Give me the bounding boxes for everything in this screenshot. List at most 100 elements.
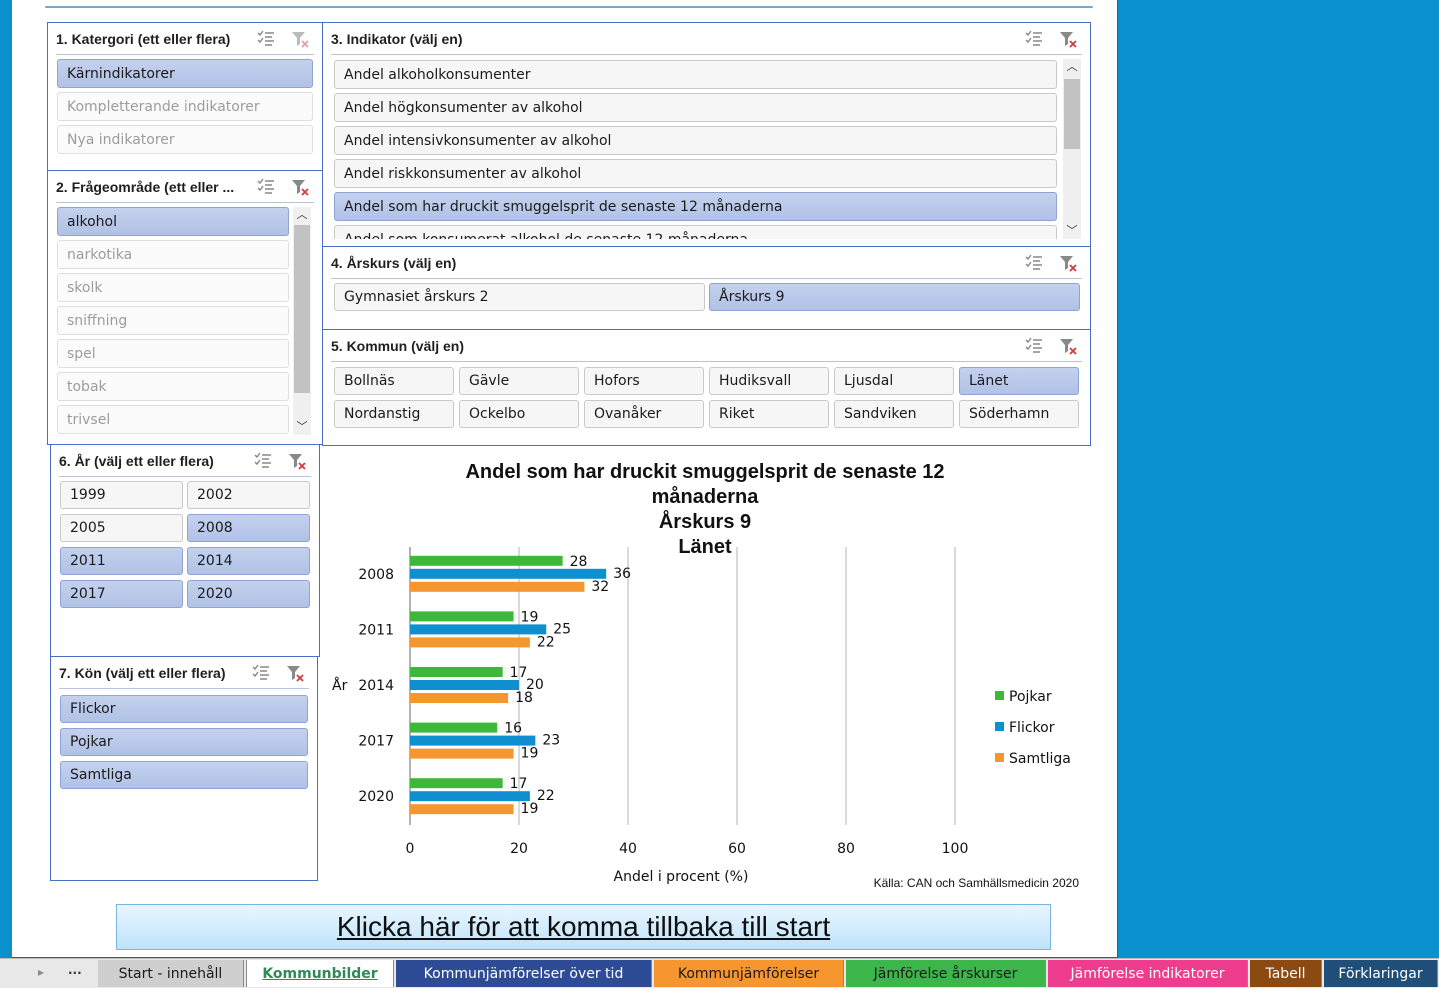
legend-label: Pojkar [1009, 689, 1052, 705]
slicer-item[interactable]: Årskurs 9 [709, 283, 1080, 311]
slicer-title: 2. Frågeområde (ett eller ... [56, 178, 235, 195]
data-label: 16 [504, 721, 522, 737]
slicer-item[interactable]: 2017 [60, 580, 183, 608]
slicer-item[interactable]: Ljusdal [834, 367, 954, 395]
slicer-item[interactable]: 2002 [187, 481, 310, 509]
scroll-up-icon[interactable]: ︿ [1063, 59, 1081, 75]
legend-swatch [995, 722, 1004, 731]
clear-filter-icon[interactable] [285, 663, 305, 683]
slicer-item[interactable]: Nordanstig [334, 400, 454, 428]
slicer-item[interactable]: 2020 [187, 580, 310, 608]
slicer-arskurs: 4. Årskurs (välj en) Gymnasiet årskurs 2… [322, 246, 1091, 330]
multi-select-icon[interactable] [253, 451, 273, 471]
y-category-label: 2020 [358, 789, 394, 805]
slicer-item[interactable]: narkotika [57, 240, 289, 269]
clear-filter-icon[interactable] [1058, 253, 1078, 273]
sheet-tab[interactable]: Jämförelse indikatorer [1048, 960, 1248, 987]
sheet-tab[interactable]: Förklaringar [1324, 960, 1438, 987]
slicer-item[interactable]: Nya indikatorer [57, 125, 313, 154]
slicer-title: 1. Katergori (ett eller flera) [56, 30, 231, 47]
bar-flickor [410, 680, 519, 690]
slicer-item[interactable]: Länet [959, 367, 1079, 395]
sheet-tab[interactable]: Kommunjämförelser [654, 960, 844, 987]
scrollbar-thumb[interactable] [1064, 79, 1080, 149]
slicer-indikator: 3. Indikator (välj en) Andel alkoholkons… [322, 22, 1091, 248]
slicer-item[interactable]: sniffning [57, 306, 289, 335]
indikator-scrollbar[interactable]: ︿ ﹀ [1063, 59, 1081, 239]
chart-source: Källa: CAN och Samhällsmedicin 2020 [874, 876, 1080, 890]
slicer-title: 7. Kön (välj ett eller flera) [59, 664, 226, 681]
slicer-item[interactable]: Kompletterande indikatorer [57, 92, 313, 121]
slicer-item[interactable]: Andel alkoholkonsumenter [334, 60, 1057, 89]
chart-title-line: Länet [678, 536, 732, 558]
slicer-item[interactable]: Andel riskkonsumenter av alkohol [334, 159, 1057, 188]
slicer-item[interactable]: Pojkar [60, 728, 308, 756]
slicer-item[interactable]: Kärnindikatorer [57, 59, 313, 88]
slicer-item[interactable]: Andel som har druckit smuggelsprit de se… [334, 192, 1057, 221]
multi-select-icon[interactable] [1024, 336, 1044, 356]
scroll-up-icon[interactable]: ︿ [293, 207, 311, 223]
clear-filter-icon[interactable] [290, 177, 310, 197]
back-to-start-button[interactable]: Klicka här för att komma tillbaka till s… [116, 904, 1051, 950]
scrollbar-thumb[interactable] [294, 225, 310, 393]
slicer-item[interactable]: Gymnasiet årskurs 2 [334, 283, 705, 311]
slicer-item[interactable]: Ovanåker [584, 400, 704, 428]
slicer-item[interactable]: Samtliga [60, 761, 308, 789]
scroll-down-icon[interactable]: ﹀ [293, 419, 311, 435]
slicer-item[interactable]: trivsel [57, 405, 289, 434]
sheet-tab[interactable]: Jämförelse årskurser [846, 960, 1046, 987]
data-label: 22 [537, 788, 555, 804]
frageomrade-scrollbar[interactable]: ︿ ﹀ [293, 207, 311, 435]
data-label: 23 [542, 733, 560, 749]
slicer-title: 5. Kommun (välj en) [331, 337, 465, 354]
tab-more-button[interactable]: ... [68, 963, 82, 977]
slicer-item[interactable]: Ockelbo [459, 400, 579, 428]
slicer-item[interactable]: Andel intensivkonsumenter av alkohol [334, 126, 1057, 155]
slicer-item[interactable]: 1999 [60, 481, 183, 509]
y-category-label: 2011 [358, 622, 394, 638]
clear-filter-icon[interactable] [1058, 336, 1078, 356]
data-label: 25 [553, 621, 571, 637]
slicer-item[interactable]: 2014 [187, 547, 310, 575]
slicer-item[interactable]: skolk [57, 273, 289, 302]
multi-select-icon[interactable] [1024, 253, 1044, 273]
slicer-item[interactable]: Flickor [60, 695, 308, 723]
bar-pojkar [410, 667, 503, 677]
chart-title-line: Årskurs 9 [659, 509, 751, 533]
x-tick-label: 0 [406, 841, 415, 857]
slicer-item[interactable]: Gävle [459, 367, 579, 395]
slicer-item[interactable]: 2011 [60, 547, 183, 575]
y-category-label: 2008 [358, 567, 394, 583]
sheet-tab[interactable]: Tabell [1250, 960, 1322, 987]
multi-select-icon[interactable] [256, 177, 276, 197]
slicer-item[interactable]: Andel högkonsumenter av alkohol [334, 93, 1057, 122]
slicer-item[interactable]: Bollnäs [334, 367, 454, 395]
slicer-item[interactable]: Sandviken [834, 400, 954, 428]
slicer-header: 5. Kommun (välj en) [331, 330, 1082, 362]
tab-scroll-left-icon[interactable]: ▸ [38, 965, 44, 979]
slicer-item[interactable]: 2005 [60, 514, 183, 542]
slicer-item[interactable]: alkohol [57, 207, 289, 236]
slicer-kon: 7. Kön (välj ett eller flera) Flickor Poj… [50, 656, 318, 881]
bar-flickor [410, 568, 607, 579]
slicer-item[interactable]: 2008 [187, 514, 310, 542]
sheet-tab[interactable]: Kommunjämförelser över tid [396, 960, 652, 987]
slicer-item[interactable]: Hudiksvall [709, 367, 829, 395]
slicer-item[interactable]: Söderhamn [959, 400, 1079, 428]
scroll-down-icon[interactable]: ﹀ [1063, 223, 1081, 239]
slicer-item[interactable]: Hofors [584, 367, 704, 395]
slicer-item[interactable]: spel [57, 339, 289, 368]
clear-filter-icon[interactable] [287, 451, 307, 471]
slicer-item[interactable]: Riket [709, 400, 829, 428]
slicer-item[interactable]: Andel som konsumerat alkohol de senaste … [334, 225, 1057, 239]
slicer-frageomrade: 2. Frågeområde (ett eller ... alkohol nar… [47, 170, 323, 445]
sheet-tab[interactable]: Start - innehåll [98, 960, 244, 987]
bar-samtliga [410, 748, 514, 759]
multi-select-icon[interactable] [256, 29, 276, 49]
multi-select-icon[interactable] [251, 663, 271, 683]
data-label: 32 [591, 579, 609, 595]
bar-samtliga [410, 804, 514, 815]
sheet-tab[interactable]: Kommunbilder [246, 960, 394, 987]
slicer-item[interactable]: tobak [57, 372, 289, 401]
clear-filter-icon[interactable] [290, 29, 310, 49]
